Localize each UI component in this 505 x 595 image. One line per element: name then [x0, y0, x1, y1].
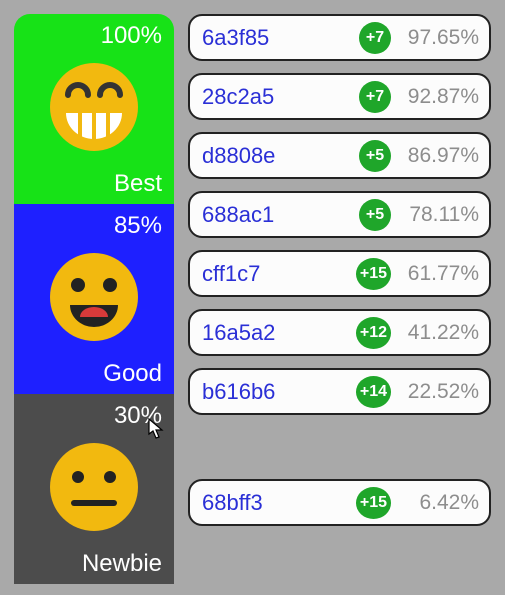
- face-smile-icon: [44, 247, 144, 347]
- player-percent: 41.22%: [401, 321, 479, 345]
- player-row[interactable]: 16a5a2 +12 41.22%: [188, 309, 491, 356]
- player-id: cff1c7: [202, 261, 356, 287]
- player-percent: 61.77%: [401, 262, 479, 286]
- player-row[interactable]: cff1c7 +15 61.77%: [188, 250, 491, 297]
- player-id: 6a3f85: [202, 25, 359, 51]
- tier-column: 100% Best 85% Good 30% Newbie: [14, 14, 174, 584]
- player-row[interactable]: b616b6 +14 22.52%: [188, 368, 491, 415]
- player-id: 28c2a5: [202, 84, 359, 110]
- tier-label: Newbie: [82, 550, 162, 578]
- player-percent: 78.11%: [401, 203, 479, 227]
- delta-badge: +7: [359, 22, 391, 54]
- delta-badge: +5: [359, 140, 391, 172]
- tier-best[interactable]: 100% Best: [14, 14, 174, 204]
- player-percent: 92.87%: [401, 85, 479, 109]
- player-percent: 97.65%: [401, 26, 479, 50]
- delta-badge: +15: [356, 258, 391, 290]
- tier-percent: 30%: [114, 402, 162, 430]
- player-row[interactable]: 28c2a5 +7 92.87%: [188, 73, 491, 120]
- player-row[interactable]: 68bff3 +15 6.42%: [188, 479, 491, 526]
- player-row[interactable]: d8808e +5 86.97%: [188, 132, 491, 179]
- tier-newbie[interactable]: 30% Newbie: [14, 394, 174, 584]
- delta-badge: +12: [356, 317, 391, 349]
- delta-badge: +5: [359, 199, 391, 231]
- list-gap: [188, 427, 491, 467]
- face-grin-icon: [44, 57, 144, 157]
- player-id: 688ac1: [202, 202, 359, 228]
- tier-label: Good: [103, 360, 162, 388]
- tier-percent: 85%: [114, 212, 162, 240]
- player-list: 6a3f85 +7 97.65% 28c2a5 +7 92.87% d8808e…: [188, 14, 491, 584]
- tier-label: Best: [114, 170, 162, 198]
- player-id: b616b6: [202, 379, 356, 405]
- face-neutral-icon: [44, 437, 144, 537]
- delta-badge: +15: [356, 487, 391, 519]
- player-row[interactable]: 688ac1 +5 78.11%: [188, 191, 491, 238]
- player-id: d8808e: [202, 143, 359, 169]
- player-percent: 86.97%: [401, 144, 479, 168]
- tier-percent: 100%: [101, 22, 162, 50]
- delta-badge: +14: [356, 376, 391, 408]
- player-id: 68bff3: [202, 490, 356, 516]
- tier-good[interactable]: 85% Good: [14, 204, 174, 394]
- player-percent: 22.52%: [401, 380, 479, 404]
- leaderboard-container: 100% Best 85% Good 30% Newbie: [0, 0, 505, 584]
- player-id: 16a5a2: [202, 320, 356, 346]
- player-row[interactable]: 6a3f85 +7 97.65%: [188, 14, 491, 61]
- player-percent: 6.42%: [401, 491, 479, 515]
- delta-badge: +7: [359, 81, 391, 113]
